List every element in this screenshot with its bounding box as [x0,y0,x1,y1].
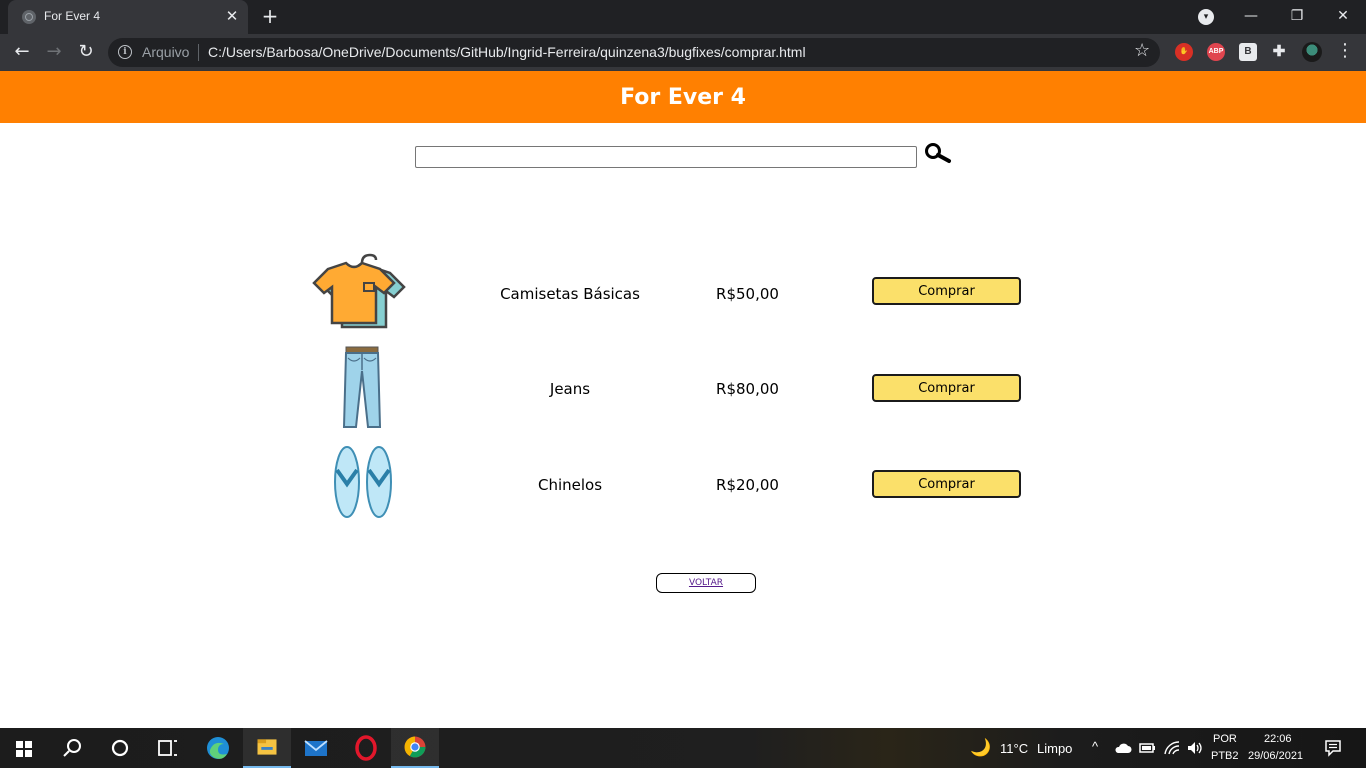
wifi-icon[interactable] [1163,740,1181,756]
globe-icon [22,10,36,24]
buy-button[interactable]: Comprar [872,470,1021,498]
adblock-plus-icon[interactable]: ABP [1207,43,1225,61]
back-button[interactable]: VOLTAR [656,573,756,593]
notifications-icon[interactable] [1324,739,1342,757]
file-explorer-icon[interactable] [243,728,291,768]
stop-icon[interactable]: ✋ [1175,43,1193,61]
edge-browser-icon[interactable] [194,728,242,768]
profile-avatar[interactable] [1302,42,1322,62]
opera-icon[interactable] [342,728,390,768]
restore-button[interactable]: ❐ [1274,0,1320,34]
buy-button[interactable]: Comprar [872,277,1021,305]
flip-flops-icon [334,446,392,518]
address-scheme-label: Arquivo [142,44,190,60]
windows-start-icon[interactable] [0,728,48,768]
chevron-up-icon[interactable]: ^ [1092,739,1098,754]
product-price: R$20,00 [716,476,779,494]
reload-icon[interactable]: ↻ [72,38,100,66]
close-window-button[interactable]: ✕ [1320,0,1366,34]
moon-weather-icon[interactable]: 🌙 [970,738,991,758]
task-view-icon[interactable] [144,728,192,768]
info-icon[interactable]: i [118,45,132,59]
windows-taskbar: 🌙 11°C Limpo ^ POR PTB2 22:06 29/06/2021 [0,728,1366,768]
product-row: Jeans R$80,00 Comprar [310,344,1040,434]
language-top[interactable]: POR [1213,733,1237,745]
product-price: R$50,00 [716,285,779,303]
tshirt-icon [312,253,406,329]
cortana-icon[interactable] [96,728,144,768]
address-separator [198,44,199,61]
clock-date[interactable]: 29/06/2021 [1248,750,1303,762]
clock-time[interactable]: 22:06 [1264,733,1292,745]
product-name: Camisetas Básicas [500,285,640,303]
product-name: Chinelos [537,476,603,494]
battery-icon[interactable] [1139,741,1157,755]
search-icon[interactable] [48,728,96,768]
b-extension-icon[interactable]: B [1239,43,1257,61]
tab-search-icon[interactable]: ▾ [1198,9,1214,25]
product-name: Jeans [549,380,591,398]
browser-tab[interactable]: For Ever 4 ✕ [8,0,248,34]
browser-titlebar: For Ever 4 ✕ + ▾ — ❐ ✕ [0,0,1366,34]
language-bottom[interactable]: PTB2 [1211,750,1239,762]
close-tab-icon[interactable]: ✕ [222,6,242,26]
site-header: For Ever 4 [0,71,1366,123]
volume-icon[interactable] [1186,740,1204,756]
weather-desc[interactable]: Limpo [1037,741,1072,756]
forward-arrow-icon[interactable]: → [40,38,68,66]
browser-menu-icon[interactable]: ⋮ [1336,40,1354,61]
product-price: R$80,00 [716,380,779,398]
extensions-puzzle-icon[interactable]: ✚ [1270,43,1288,61]
jeans-icon [342,346,382,428]
address-url[interactable]: C:/Users/Barbosa/OneDrive/Documents/GitH… [208,44,806,60]
bookmark-star-icon[interactable]: ☆ [1134,40,1150,61]
chrome-icon[interactable] [391,728,439,768]
new-tab-button[interactable]: + [258,5,282,29]
mail-icon[interactable] [292,728,340,768]
onedrive-cloud-icon[interactable] [1114,741,1132,755]
minimize-button[interactable]: — [1228,0,1274,34]
search-icon[interactable] [922,142,952,166]
product-row: Camisetas Básicas R$50,00 Comprar [310,249,1040,339]
back-arrow-icon[interactable]: ← [8,38,36,66]
weather-temp[interactable]: 11°C [1000,741,1028,756]
search-input[interactable] [415,146,917,168]
tab-title: For Ever 4 [44,9,101,23]
product-row: Chinelos R$20,00 Comprar [310,440,1040,530]
page-title: For Ever 4 [620,85,746,110]
back-link[interactable]: VOLTAR [689,578,723,588]
buy-button[interactable]: Comprar [872,374,1021,402]
browser-toolbar: ← → ↻ i Arquivo C:/Users/Barbosa/OneDriv… [0,34,1366,71]
address-bar[interactable]: i Arquivo C:/Users/Barbosa/OneDrive/Docu… [108,38,1160,67]
